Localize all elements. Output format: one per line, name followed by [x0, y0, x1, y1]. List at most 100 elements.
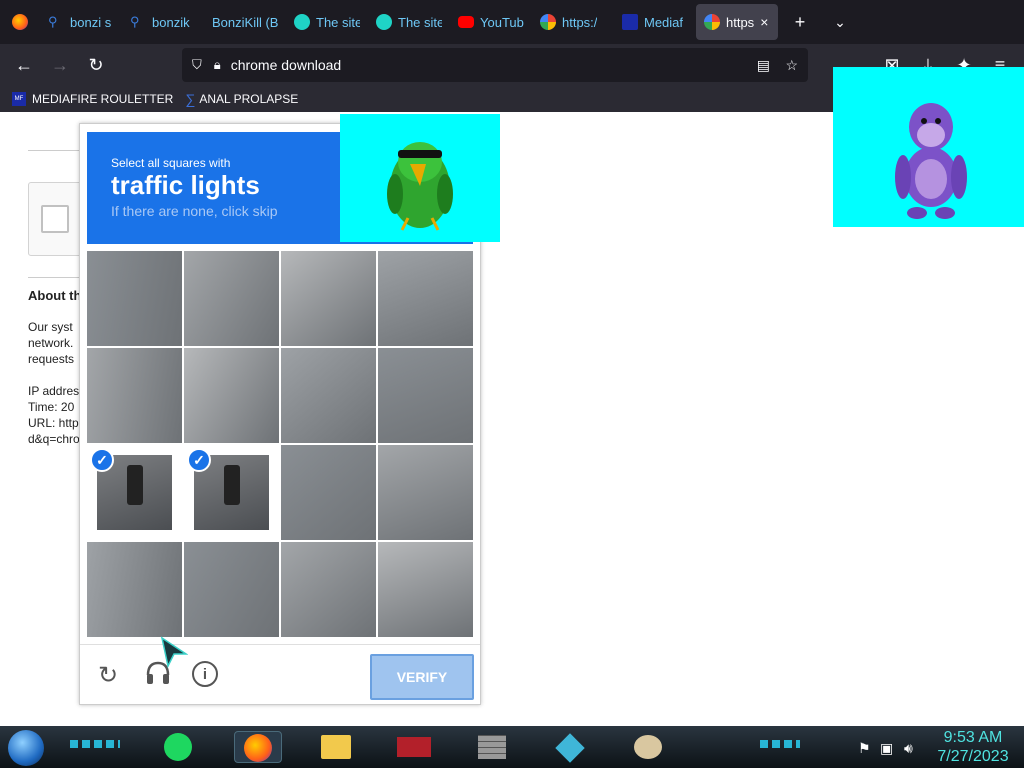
url-text[interactable]: chrome download: [231, 57, 342, 73]
image-tile[interactable]: [281, 348, 376, 443]
image-tile[interactable]: [184, 251, 279, 346]
tracking-shield-icon[interactable]: ⛉: [192, 57, 202, 73]
browser-tab[interactable]: Mediaf: [614, 4, 696, 40]
clock[interactable]: 9:53 AM 7/27/2023: [928, 728, 1018, 766]
about-paragraph: Our syst network. requests: [28, 319, 74, 367]
new-tab-button[interactable]: +: [782, 4, 818, 40]
search-icon: ⚲: [130, 14, 140, 29]
tab-label: https: [726, 14, 755, 30]
check-icon: ✓: [187, 448, 211, 472]
image-tile[interactable]: [87, 251, 182, 346]
back-button[interactable]: ←: [6, 47, 42, 83]
bonzi-overlay[interactable]: [833, 67, 1024, 227]
image-tile[interactable]: [87, 348, 182, 443]
info-icon[interactable]: i: [192, 661, 218, 687]
tab-label: YouTub: [480, 14, 524, 30]
challenge-footer: ↻ i VERIFY: [80, 644, 480, 704]
sigma-icon: ∑: [185, 91, 196, 107]
instruction-text: Select all squares with: [111, 156, 231, 170]
browser-tab[interactable]: The site: [368, 4, 450, 40]
tab-label: https:/: [562, 14, 598, 30]
about-heading: About th: [28, 288, 82, 303]
forward-button[interactable]: →: [42, 47, 78, 83]
firefox-menu-icon[interactable]: [0, 4, 40, 40]
clock-date: 7/27/2023: [937, 748, 1009, 765]
mouse-cursor: [160, 636, 189, 669]
taskbar-decor-lights: [70, 740, 120, 748]
mediafire-icon: [622, 14, 638, 30]
image-tile[interactable]: [281, 251, 376, 346]
browser-tab[interactable]: ⚲ bonzi s: [40, 4, 122, 40]
mediafire-icon: MF: [12, 92, 26, 106]
image-tile[interactable]: [378, 542, 473, 637]
bookmark-label: ANAL PROLAPSE: [199, 92, 299, 106]
image-tile[interactable]: [184, 542, 279, 637]
media-app-icon[interactable]: [390, 731, 438, 763]
recaptcha-checkbox[interactable]: [41, 205, 69, 233]
volume-icon[interactable]: 🔊︎: [904, 740, 913, 757]
url-bar[interactable]: ⛉ 🔒︎ chrome download ▤ ☆: [182, 48, 808, 82]
youtube-icon: [458, 16, 474, 28]
network-icon[interactable]: ▣: [880, 740, 893, 757]
bookmark-label: MEDIAFIRE ROULETTER: [32, 92, 174, 106]
firefox-taskbar-icon[interactable]: [234, 731, 282, 763]
browser-tab[interactable]: BonziKill (B: [204, 4, 286, 40]
text-line: d&q=chro: [28, 432, 80, 446]
tab-label: The site: [398, 14, 442, 30]
traffic-light: [224, 465, 240, 505]
notes-app-icon[interactable]: [154, 731, 202, 763]
text-line: IP addres: [28, 384, 80, 398]
start-orb-icon[interactable]: [8, 730, 44, 766]
tab-label: bonzi s: [70, 14, 112, 30]
image-tile[interactable]: [87, 542, 182, 637]
site-icon: [376, 14, 392, 30]
google-icon: [704, 14, 720, 30]
action-center-flag-icon[interactable]: ⚑: [858, 740, 871, 757]
image-tile[interactable]: ✓: [184, 445, 279, 540]
firewall-icon[interactable]: [468, 731, 516, 763]
cube-app-icon[interactable]: [546, 731, 594, 763]
clock-time: 9:53 AM: [943, 729, 1003, 746]
browser-tab[interactable]: https:/: [532, 4, 614, 40]
verify-button[interactable]: VERIFY: [370, 654, 474, 700]
image-grid: ✓ ✓: [87, 251, 473, 637]
search-icon: ⚲: [48, 14, 58, 29]
text-line: Time: 20: [28, 400, 75, 414]
text-line: Our syst: [28, 320, 73, 334]
browser-tab[interactable]: The site: [286, 4, 368, 40]
reader-view-icon[interactable]: ▤: [757, 57, 770, 74]
parrot-overlay[interactable]: [340, 114, 500, 242]
reload-challenge-icon[interactable]: ↻: [98, 661, 118, 690]
browser-tab[interactable]: YouTub: [450, 4, 532, 40]
tab-list-chevron-icon[interactable]: ⌄: [822, 4, 858, 40]
lock-icon[interactable]: 🔒︎: [214, 57, 221, 73]
bookmark-star-icon[interactable]: ☆: [785, 57, 798, 74]
taskbar-decor-lights: [760, 740, 800, 748]
browser-tab[interactable]: https ×: [696, 4, 778, 40]
site-icon: [294, 14, 310, 30]
bookmark-sigma[interactable]: ∑ ANAL PROLAPSE: [179, 91, 304, 107]
taskbar: ⚑ ▣ 🔊︎ 9:53 AM 7/27/2023: [0, 726, 1024, 768]
paint-app-icon[interactable]: [624, 731, 672, 763]
image-tile[interactable]: [184, 348, 279, 443]
image-tile[interactable]: [378, 445, 473, 540]
image-tile[interactable]: [281, 542, 376, 637]
browser-tab[interactable]: ⚲ bonzik: [122, 4, 204, 40]
challenge-hint: If there are none, click skip: [111, 203, 278, 219]
image-tile[interactable]: [378, 251, 473, 346]
challenge-target: traffic lights: [111, 170, 260, 200]
tab-label: The site: [316, 14, 360, 30]
google-icon: [540, 14, 556, 30]
close-tab-icon[interactable]: ×: [760, 14, 768, 30]
request-info: IP addres Time: 20 URL: http d&q=chro: [28, 383, 80, 447]
check-icon: ✓: [90, 448, 114, 472]
text-line: requests: [28, 352, 75, 366]
image-tile[interactable]: [281, 445, 376, 540]
image-tile[interactable]: [378, 348, 473, 443]
bookmark-mediafire[interactable]: MF MEDIAFIRE ROULETTER: [6, 92, 179, 106]
traffic-light: [127, 465, 143, 505]
reload-button[interactable]: ↻: [78, 47, 114, 83]
image-tile[interactable]: ✓: [87, 445, 182, 540]
file-explorer-icon[interactable]: [312, 731, 360, 763]
tab-label: BonziKill (B: [212, 14, 278, 30]
